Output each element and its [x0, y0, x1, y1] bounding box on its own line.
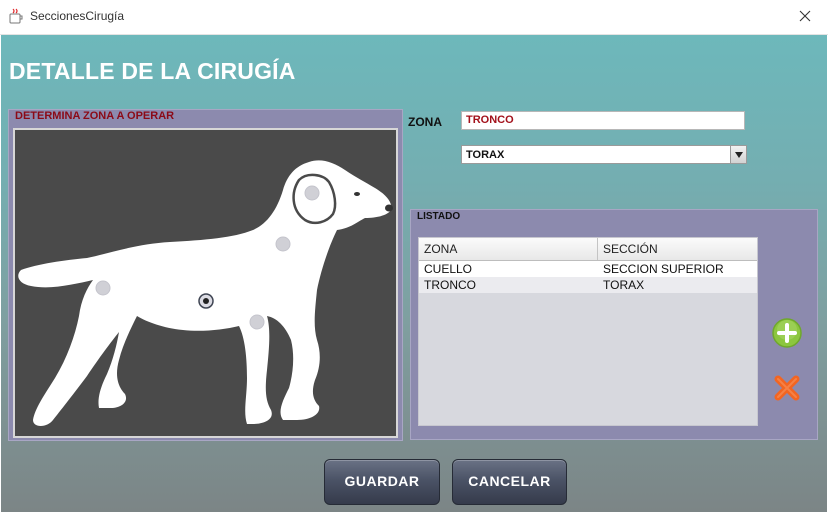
add-icon — [772, 318, 802, 348]
page-title: DETALLE DE LA CIRUGÍA — [9, 58, 296, 84]
java-app-icon — [9, 8, 23, 24]
delete-row-button[interactable] — [771, 372, 803, 404]
table-row[interactable]: CUELLO SECCION SUPERIOR — [419, 261, 757, 277]
cancel-button[interactable]: CANCELAR — [452, 459, 567, 505]
zone-panel-title: DETERMINA ZONA A OPERAR — [15, 110, 175, 122]
close-icon — [799, 10, 811, 22]
window-titlebar: SeccionesCirugía — [0, 0, 828, 35]
zone-point-trunk-selected-dot — [203, 298, 209, 304]
listado-title: LISTADO — [417, 211, 461, 222]
chevron-down-icon — [734, 151, 743, 158]
table-cell-seccion: TORAX — [603, 278, 645, 292]
dog-eye — [354, 192, 360, 196]
dog-diagram — [13, 128, 398, 438]
table-cell-zona: TRONCO — [424, 278, 476, 292]
table-cell-seccion: SECCION SUPERIOR — [603, 262, 724, 276]
column-header-seccion[interactable]: SECCIÓN — [603, 242, 658, 256]
listado-table[interactable]: ZONA SECCIÓN CUELLO SECCION SUPERIOR TRO… — [418, 237, 758, 426]
zone-point-abdomen[interactable] — [249, 314, 265, 330]
dog-silhouette — [18, 160, 393, 426]
zone-point-head[interactable] — [304, 185, 320, 201]
zone-point-neck[interactable] — [275, 236, 291, 252]
table-cell-zona: CUELLO — [424, 262, 473, 276]
close-button[interactable] — [782, 0, 828, 32]
dog-nose — [385, 204, 393, 212]
delete-icon — [774, 375, 800, 401]
table-row[interactable]: TRONCO TORAX — [419, 277, 757, 293]
zone-selection-panel: DETERMINA ZONA A OPERAR — [8, 109, 403, 441]
zone-point-hip[interactable] — [95, 280, 111, 296]
column-divider — [597, 238, 598, 260]
add-row-button[interactable] — [771, 317, 803, 349]
seccion-dropdown-value: TORAX — [466, 149, 505, 161]
table-header: ZONA SECCIÓN — [419, 238, 757, 261]
window-content: DETALLE DE LA CIRUGÍA DETERMINA ZONA A O… — [1, 35, 827, 512]
zona-field[interactable]: TRONCO — [461, 111, 745, 130]
save-button[interactable]: GUARDAR — [324, 459, 440, 505]
zona-label: ZONA — [408, 115, 442, 129]
column-header-zona[interactable]: ZONA — [424, 242, 457, 256]
listado-panel: LISTADO ZONA SECCIÓN CUELLO SECCION SUPE… — [410, 209, 818, 440]
seccion-dropdown[interactable]: TORAX — [461, 145, 747, 164]
dropdown-arrow-button[interactable] — [730, 146, 746, 163]
window-title: SeccionesCirugía — [30, 9, 125, 23]
